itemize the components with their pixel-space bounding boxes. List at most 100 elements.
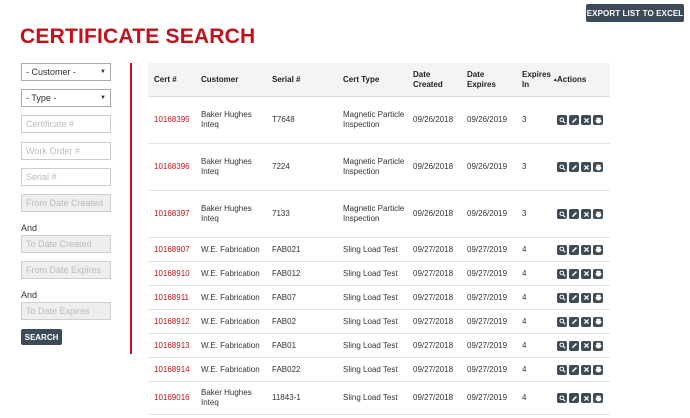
customer-cell: Baker Hughes Inteq [201, 204, 252, 223]
serial-cell: 11843-1 [272, 393, 301, 402]
edit-icon[interactable] [569, 364, 579, 375]
header-date-expires[interactable]: Date Expires [467, 63, 507, 97]
header-customer[interactable]: Customer [201, 63, 261, 97]
and-label: And [21, 223, 38, 233]
edit-icon[interactable] [569, 292, 579, 303]
expires-in-cell: 3 [522, 209, 527, 218]
search-icon[interactable] [557, 162, 567, 172]
edit-icon[interactable] [569, 115, 579, 125]
divider [130, 63, 132, 354]
work-order-field[interactable]: Work Order # [21, 142, 111, 160]
header-serial[interactable]: Serial # [272, 63, 327, 97]
serial-cell: FAB02 [272, 316, 297, 326]
customer-cell: W.E. Fabrication [201, 268, 260, 278]
delete-icon[interactable] [581, 162, 591, 172]
type-select[interactable]: - Type - ▼ [21, 89, 111, 107]
delete-icon[interactable] [581, 364, 591, 375]
delete-icon[interactable] [581, 340, 591, 351]
cert-link[interactable]: 10168912 [154, 310, 198, 333]
to-date-expires-field[interactable]: To Date Expires [21, 302, 111, 320]
cert-link[interactable]: 10168395 [154, 97, 198, 143]
cert-link[interactable]: 10168914 [154, 358, 198, 381]
certificate-field[interactable]: Certificate # [21, 115, 111, 133]
cert-type-cell: Magnetic Particle Inspection [343, 157, 405, 176]
edit-icon[interactable] [569, 316, 579, 327]
serial-cell: FAB01 [272, 340, 297, 350]
print-icon[interactable] [593, 209, 603, 219]
cert-link[interactable]: 10168910 [154, 262, 198, 285]
edit-icon[interactable] [569, 393, 579, 403]
edit-icon[interactable] [569, 244, 579, 255]
cert-type-cell: Sling Load Test [343, 316, 398, 326]
serial-field[interactable]: Serial # [21, 168, 111, 186]
header-actions: Actions [557, 75, 587, 84]
print-icon[interactable] [593, 316, 603, 327]
date-created-cell: 09/27/2018 [413, 292, 454, 302]
date-created-cell: 09/26/2018 [413, 209, 454, 218]
delete-icon[interactable] [581, 244, 591, 255]
cert-type-cell: Sling Load Test [343, 268, 398, 278]
cert-link[interactable]: 10168907 [154, 238, 198, 261]
print-icon[interactable] [593, 268, 603, 279]
from-date-created-field[interactable]: From Date Created [21, 194, 111, 212]
search-icon[interactable] [557, 209, 567, 219]
date-expires-cell: 09/26/2019 [467, 115, 508, 124]
search-button[interactable]: SEARCH [21, 329, 62, 345]
print-icon[interactable] [593, 115, 603, 125]
search-icon[interactable] [557, 115, 567, 125]
expires-in-cell: 4 [522, 393, 527, 402]
cert-link[interactable]: 10169016 [154, 382, 198, 414]
delete-icon[interactable] [581, 268, 591, 279]
header-date-created[interactable]: Date Created [413, 63, 453, 97]
customer-cell: W.E. Fabrication [201, 292, 260, 302]
print-icon[interactable] [593, 162, 603, 172]
edit-icon[interactable] [569, 340, 579, 351]
header-cert[interactable]: Cert # [154, 63, 194, 97]
print-icon[interactable] [593, 393, 603, 403]
header-expires-in[interactable]: Expires In ▲ [522, 63, 558, 97]
header-cert-type[interactable]: Cert Type [343, 63, 403, 97]
cert-link[interactable]: 10168911 [154, 286, 198, 309]
print-icon[interactable] [593, 244, 603, 255]
date-expires-cell: 09/26/2019 [467, 209, 508, 218]
table-row: 10168914 W.E. Fabrication FAB022 Sling Load… [148, 358, 610, 382]
edit-icon[interactable] [569, 209, 579, 219]
print-icon[interactable] [593, 292, 603, 303]
serial-cell: 7224 [272, 162, 290, 171]
header-expires-in-label: Expires In [522, 70, 551, 89]
search-icon[interactable] [557, 340, 567, 351]
customer-select-value: - Customer - [26, 67, 77, 77]
search-icon[interactable] [557, 292, 567, 303]
print-icon[interactable] [593, 340, 603, 351]
actions-cell [557, 262, 607, 285]
table-row: 10168395 Baker Hughes Inteq T7648 Magnetic … [148, 97, 610, 144]
table-row: 10168396 Baker Hughes Inteq 7224 Magnetic P… [148, 144, 610, 191]
search-icon[interactable] [557, 268, 567, 279]
search-icon[interactable] [557, 393, 567, 403]
from-date-expires-field[interactable]: From Date Expires [21, 261, 111, 279]
delete-icon[interactable] [581, 209, 591, 219]
cert-link[interactable]: 10168913 [154, 334, 198, 357]
table-row: 10168913 W.E. Fabrication FAB01 Sling Load … [148, 334, 610, 358]
delete-icon[interactable] [581, 292, 591, 303]
delete-icon[interactable] [581, 393, 591, 403]
search-icon[interactable] [557, 364, 567, 375]
export-list-button[interactable]: EXPORT LIST TO EXCEL [586, 4, 684, 22]
print-icon[interactable] [593, 364, 603, 375]
search-icon[interactable] [557, 316, 567, 327]
date-expires-cell: 09/27/2019 [467, 393, 508, 402]
customer-select[interactable]: - Customer - ▼ [21, 63, 111, 81]
edit-icon[interactable] [569, 268, 579, 279]
delete-icon[interactable] [581, 115, 591, 125]
table-row: 10168397 Baker Hughes Inteq 7133 Magnetic P… [148, 191, 610, 238]
cert-link[interactable]: 10168396 [154, 144, 198, 190]
cert-link[interactable]: 10168397 [154, 191, 198, 237]
actions-cell [557, 144, 607, 190]
search-icon[interactable] [557, 244, 567, 255]
actions-cell [557, 310, 607, 333]
serial-cell: FAB021 [272, 244, 301, 254]
edit-icon[interactable] [569, 162, 579, 172]
date-created-cell: 09/27/2018 [413, 393, 454, 402]
delete-icon[interactable] [581, 316, 591, 327]
to-date-created-field[interactable]: To Date Created [21, 235, 111, 253]
